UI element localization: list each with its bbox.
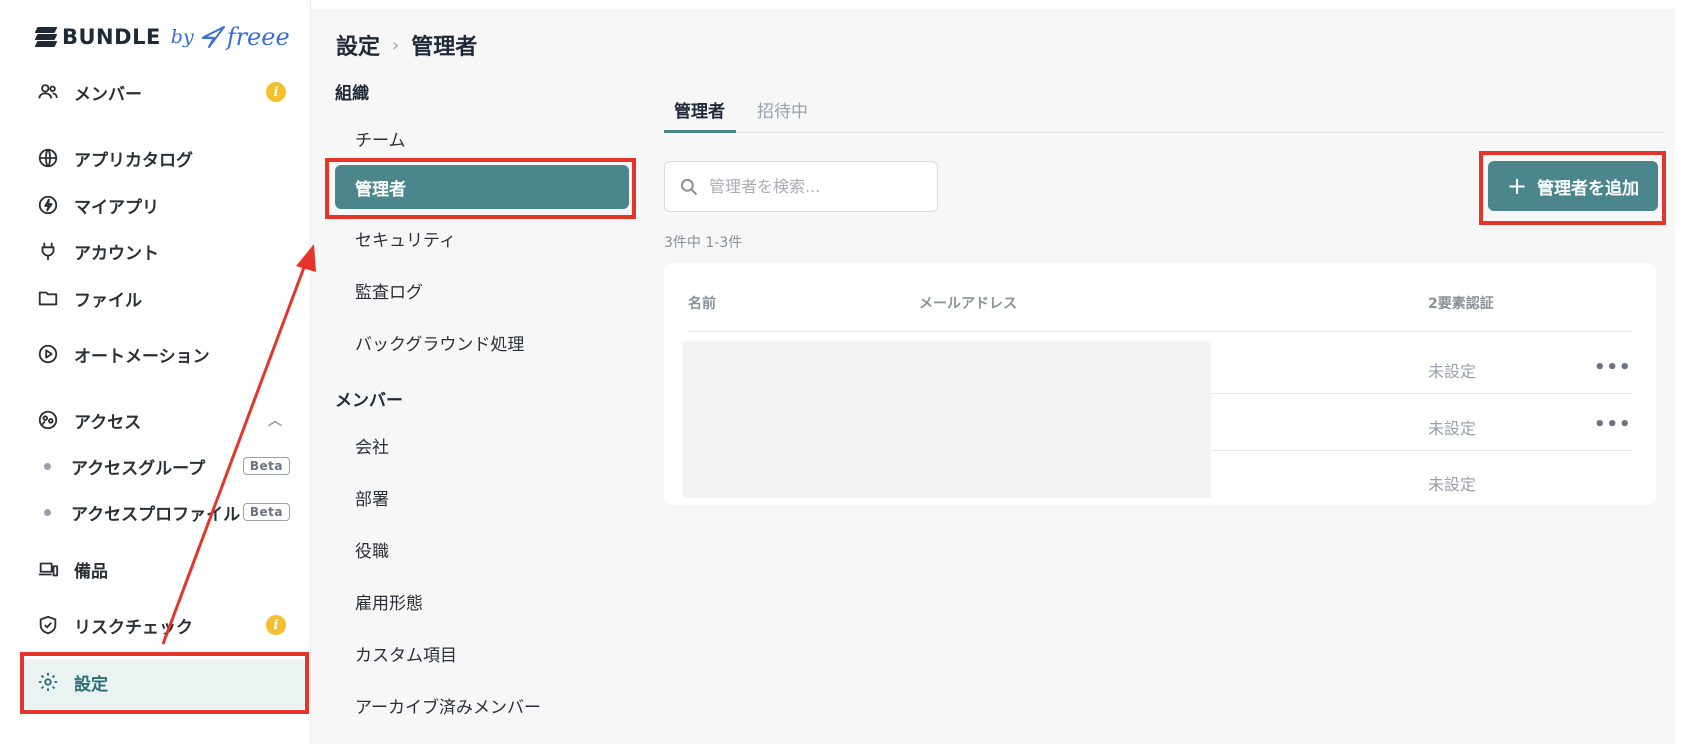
plug-icon bbox=[36, 239, 60, 263]
brand-name: BUNDLE bbox=[62, 25, 161, 49]
two-factor-status: 未設定 bbox=[1428, 362, 1477, 381]
info-badge-icon: i bbox=[266, 615, 286, 635]
sidebar-item-accounts[interactable]: アカウント bbox=[36, 236, 292, 266]
search-input[interactable] bbox=[709, 177, 919, 196]
sidebar-subitem-access-profiles[interactable]: アクセスプロファイル Beta bbox=[44, 497, 292, 527]
sidebar-item-members[interactable]: メンバー i bbox=[36, 77, 292, 107]
tab-admins[interactable]: 管理者 bbox=[674, 97, 725, 122]
globe-icon bbox=[36, 146, 60, 170]
folder-icon bbox=[36, 286, 60, 310]
brand-by: by bbox=[170, 26, 194, 48]
bolt-icon bbox=[36, 193, 60, 217]
shield-icon bbox=[36, 613, 60, 637]
sidebar-item-label: アクセス bbox=[74, 412, 142, 433]
info-badge-icon: i bbox=[266, 82, 286, 102]
play-circle-icon bbox=[36, 342, 60, 366]
chevron-up-icon[interactable]: ︿ bbox=[268, 410, 282, 430]
sidebar-item-label: アプリカタログ bbox=[74, 150, 193, 171]
column-header-two-factor[interactable]: 2要素認証 bbox=[1428, 293, 1494, 313]
users-icon bbox=[36, 80, 60, 104]
result-count: 3件中 1-3件 bbox=[664, 235, 743, 251]
sidebar-item-risk-check[interactable]: リスクチェック i bbox=[36, 610, 292, 640]
sidebar-item-app-catalog[interactable]: アプリカタログ bbox=[36, 143, 292, 173]
sidebar-subitem-access-groups[interactable]: アクセスグループ Beta bbox=[44, 451, 292, 481]
settings-item-custom-fields[interactable]: カスタム項目 bbox=[355, 641, 457, 666]
sidebar-item-automation[interactable]: オートメーション bbox=[36, 339, 292, 369]
sidebar-item-label: マイアプリ bbox=[74, 197, 159, 218]
breadcrumb-parent[interactable]: 設定 bbox=[336, 29, 380, 61]
sidebar-item-label: アカウント bbox=[74, 243, 159, 264]
breadcrumb: 設定 › 管理者 bbox=[336, 29, 477, 61]
more-menu-icon[interactable]: ••• bbox=[1594, 414, 1632, 435]
partner-name: freee bbox=[226, 23, 290, 51]
beta-badge: Beta bbox=[242, 503, 290, 521]
sidebar-item-label: 備品 bbox=[74, 561, 108, 582]
settings-item-company[interactable]: 会社 bbox=[355, 433, 389, 458]
bullet-icon bbox=[44, 508, 51, 516]
more-menu-icon[interactable]: ••• bbox=[1594, 357, 1632, 378]
column-header-name[interactable]: 名前 bbox=[688, 293, 716, 313]
search-icon bbox=[680, 178, 698, 195]
devices-icon bbox=[36, 557, 60, 581]
bundle-logo[interactable]: BUNDLE by freee bbox=[34, 22, 290, 52]
settings-item-teams[interactable]: チーム bbox=[355, 126, 406, 151]
highlight-admins-nav bbox=[325, 158, 636, 219]
bundle-mark-icon bbox=[34, 26, 58, 48]
two-factor-status: 未設定 bbox=[1428, 475, 1477, 494]
settings-item-employment-types[interactable]: 雇用形態 bbox=[355, 589, 423, 614]
highlight-settings-nav bbox=[20, 652, 309, 714]
bullet-icon bbox=[44, 462, 51, 470]
sidebar-item-devices[interactable]: 備品 bbox=[36, 554, 292, 584]
settings-item-archived-members[interactable]: アーカイブ済みメンバー bbox=[355, 693, 541, 718]
access-icon bbox=[36, 408, 60, 432]
table-divider bbox=[1211, 393, 1632, 394]
settings-group-org-title: 組織 bbox=[335, 84, 369, 104]
admins-table: 名前 メールアドレス 2要素認証 未設定 ••• 未設定 ••• 未設定 bbox=[664, 263, 1656, 505]
two-factor-status: 未設定 bbox=[1428, 419, 1477, 438]
settings-group-members-title: メンバー bbox=[335, 391, 403, 411]
sidebar: BUNDLE by freee メンバー i アプリカタログ マイアプリ アカウ bbox=[0, 0, 311, 744]
tab-active-indicator bbox=[664, 130, 736, 133]
settings-item-security[interactable]: セキュリティ bbox=[355, 226, 456, 251]
tab-invited[interactable]: 招待中 bbox=[757, 97, 808, 122]
freee-bird-icon bbox=[201, 26, 225, 48]
sidebar-subitem-label: アクセスプロファイル bbox=[71, 504, 241, 525]
redacted-area bbox=[683, 341, 1211, 498]
sidebar-subitem-label: アクセスグループ bbox=[71, 458, 206, 479]
breadcrumb-current: 管理者 bbox=[411, 35, 478, 60]
settings-item-positions[interactable]: 役職 bbox=[355, 537, 389, 562]
sidebar-item-files[interactable]: ファイル bbox=[36, 283, 292, 313]
beta-badge: Beta bbox=[242, 457, 290, 475]
sidebar-item-label: オートメーション bbox=[74, 346, 210, 367]
sidebar-item-label: メンバー bbox=[74, 84, 142, 105]
settings-item-audit-log[interactable]: 監査ログ bbox=[355, 278, 423, 303]
chevron-right-icon: › bbox=[392, 34, 400, 56]
sidebar-item-label: リスクチェック bbox=[74, 617, 193, 638]
sidebar-item-label: ファイル bbox=[74, 290, 142, 311]
highlight-add-admin-button bbox=[1479, 151, 1666, 225]
main-content: 設定 › 管理者 組織 チーム 管理者 セキュリティ 監査ログ バックグラウンド… bbox=[311, 9, 1675, 744]
settings-item-background-jobs[interactable]: バックグラウンド処理 bbox=[355, 330, 524, 355]
sidebar-item-my-apps[interactable]: マイアプリ bbox=[36, 190, 292, 220]
settings-item-departments[interactable]: 部署 bbox=[355, 485, 389, 510]
table-divider bbox=[688, 331, 1632, 332]
admin-search[interactable] bbox=[664, 161, 938, 212]
column-header-email[interactable]: メールアドレス bbox=[919, 293, 1017, 313]
sidebar-item-access[interactable]: アクセス ︿ bbox=[36, 405, 292, 435]
tab-bar: 管理者 招待中 bbox=[664, 81, 1664, 133]
table-divider bbox=[1211, 450, 1632, 451]
